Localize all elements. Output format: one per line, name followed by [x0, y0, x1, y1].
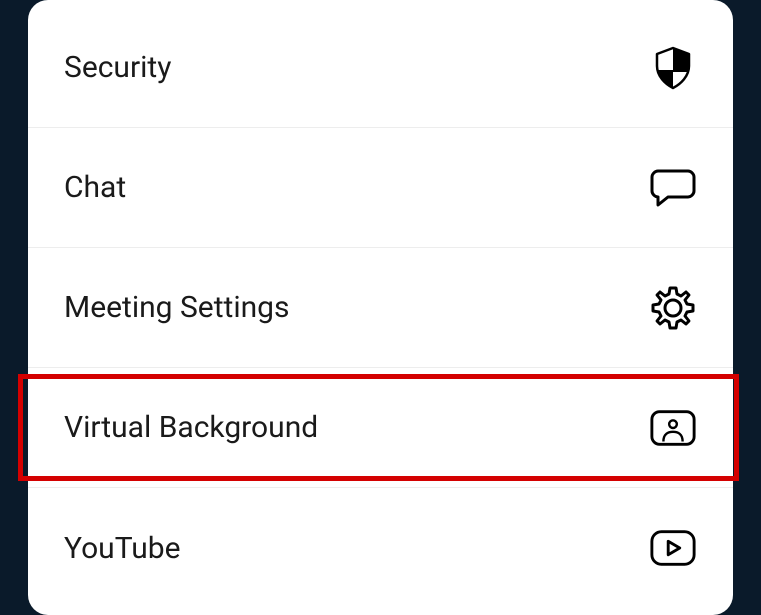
menu-item-security[interactable]: Security [28, 8, 733, 128]
menu-item-youtube[interactable]: YouTube [28, 488, 733, 608]
menu-item-chat[interactable]: Chat [28, 128, 733, 248]
menu-item-label: Meeting Settings [64, 290, 290, 325]
youtube-icon [649, 524, 697, 572]
menu-item-label: YouTube [64, 531, 181, 566]
settings-panel: Security Chat Meeting Settings [28, 0, 733, 615]
shield-icon [649, 44, 697, 92]
menu-item-label: Security [64, 50, 171, 85]
menu-item-label: Chat [64, 170, 126, 205]
menu-item-virtual-background[interactable]: Virtual Background [28, 368, 733, 488]
chat-icon [649, 164, 697, 212]
menu-item-label: Virtual Background [64, 410, 318, 445]
menu-item-meeting-settings[interactable]: Meeting Settings [28, 248, 733, 368]
gear-icon [649, 284, 697, 332]
virtual-background-icon [649, 404, 697, 452]
